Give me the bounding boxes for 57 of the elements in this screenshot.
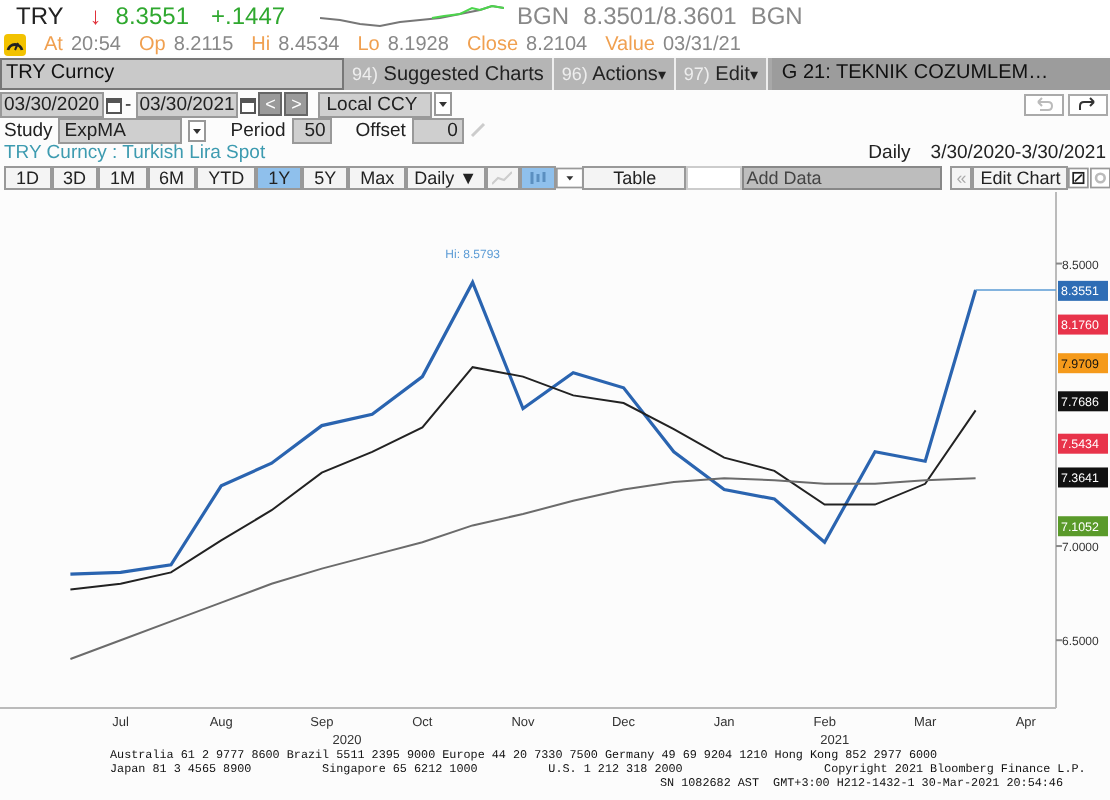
stat-label: Op (138, 33, 166, 55)
frequency-dropdown[interactable]: Daily ▼ (406, 166, 486, 190)
gauge-icon[interactable] (4, 33, 26, 55)
stat-label: At (44, 33, 63, 55)
stat-value: 03/31/21 (662, 33, 741, 55)
end-date-field[interactable]: 03/30/2021 (135, 91, 239, 117)
stat-label: Hi (251, 33, 271, 55)
calendar-icon[interactable] (240, 95, 257, 113)
period-tab[interactable]: 1D (4, 166, 52, 190)
add-data-field[interactable]: Add Data (742, 166, 943, 190)
chart-type-button[interactable] (485, 166, 521, 190)
period-tab[interactable]: 1M (98, 166, 148, 190)
price-change: +.1447 (211, 2, 286, 30)
menu-button[interactable]: 94) Suggested Charts (344, 58, 554, 90)
start-date-field[interactable]: 03/30/2020 (0, 91, 104, 117)
offset-field[interactable]: 0 (411, 117, 464, 143)
menu-button[interactable]: 97) Edit▾ (675, 58, 768, 90)
stat-value: 8.4534 (278, 33, 340, 55)
stat-value: 20:54 (70, 33, 121, 55)
chart-settings-icon[interactable] (1068, 166, 1090, 190)
period-tab[interactable]: 6M (147, 166, 197, 190)
stat-value: 8.2115 (173, 33, 234, 55)
period-tab[interactable]: 1Y (256, 166, 303, 190)
range-separator: - (123, 93, 134, 115)
frequency-label: Daily (868, 142, 911, 164)
period-tab[interactable]: YTD (196, 166, 257, 190)
menu-button[interactable]: 96) Actions▾ (553, 58, 676, 90)
bar-chart-icon (527, 170, 548, 186)
line-chart-icon (492, 170, 513, 186)
bid-ask: 8.3501/8.3601 (583, 2, 737, 30)
stat-value: 8.1928 (387, 33, 449, 55)
date-range-label: 3/30/2020-3/30/2021 (930, 142, 1106, 164)
bid-source: BGN (517, 2, 570, 30)
study-dropdown[interactable]: ExpMA (58, 117, 183, 143)
currency-dropdown[interactable]: Local CCY (318, 91, 433, 117)
period-field[interactable]: 50 (291, 117, 332, 143)
offset-label: Offset (355, 119, 406, 141)
stat-label: Value (605, 33, 655, 55)
security-field[interactable]: TRY Curncy (0, 58, 344, 90)
period-tab[interactable]: 5Y (302, 166, 349, 190)
security-name: TRY Curncy : Turkish Lira Spot (4, 142, 266, 164)
stat-label: Lo (357, 33, 380, 55)
period-tab[interactable]: Max (348, 166, 407, 190)
calendar-icon[interactable] (105, 95, 122, 113)
study-label: Study (4, 119, 53, 141)
down-arrow: ↓ (89, 2, 102, 30)
period-tab[interactable]: 3D (51, 166, 99, 190)
redo-icon[interactable] (1068, 93, 1108, 115)
last-price: 8.3551 (115, 2, 189, 30)
edit-chart-button[interactable]: Edit Chart (972, 166, 1069, 190)
page-title: G 21: TEKNIK COZUMLEM… (771, 58, 1110, 90)
ask-source: BGN (750, 2, 803, 30)
stat-label: Close (466, 33, 519, 55)
table-button[interactable]: Table (582, 166, 687, 190)
period-label: Period (230, 119, 286, 141)
ticker: TRY (16, 2, 64, 30)
stat-value: 8.2104 (526, 33, 588, 55)
